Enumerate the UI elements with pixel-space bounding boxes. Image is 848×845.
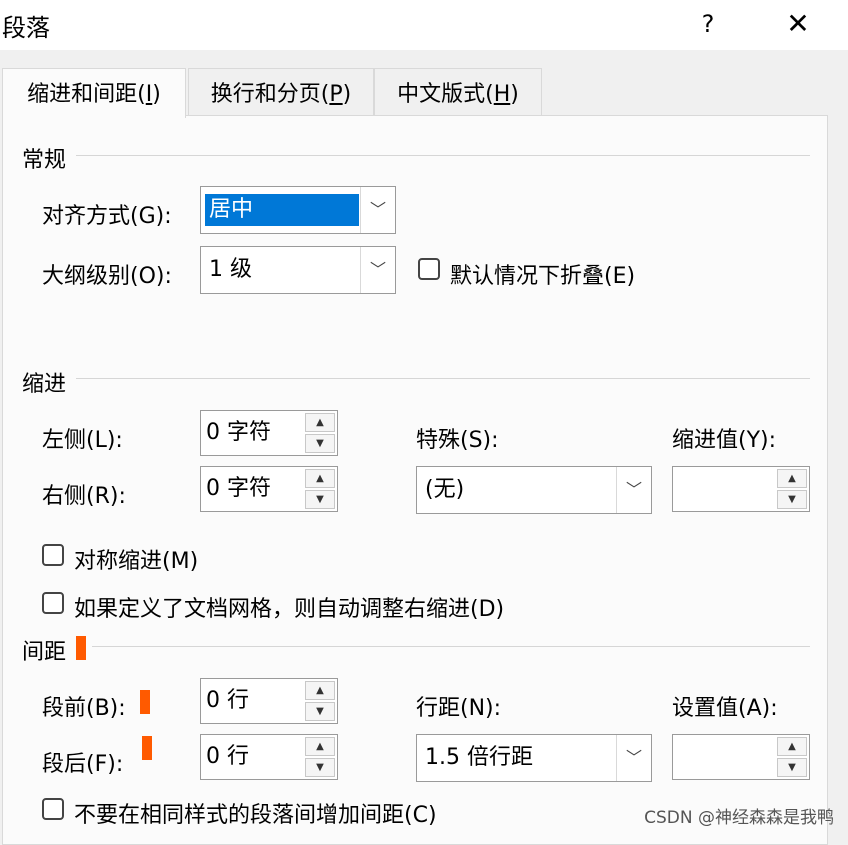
tab-hotkey: P bbox=[329, 82, 343, 107]
mirror-indents-checkbox[interactable] bbox=[42, 544, 64, 566]
right-indent-label: 右侧(R): bbox=[42, 484, 126, 509]
help-button[interactable]: ? bbox=[688, 4, 728, 44]
right-indent-spinner[interactable]: 0 字符 ▲ ▼ bbox=[200, 466, 338, 512]
space-before-value: 0 行 bbox=[206, 688, 249, 713]
alignment-value: 居中 bbox=[205, 194, 359, 226]
no-space-same-style-checkbox[interactable] bbox=[42, 798, 64, 820]
tab-asian-typography[interactable]: 中文版式(H) bbox=[374, 68, 542, 116]
tab-label: 中文版式 bbox=[397, 82, 486, 107]
alignment-select[interactable]: 居中 ﹀ bbox=[200, 186, 396, 234]
spin-up-icon[interactable]: ▲ bbox=[305, 469, 335, 488]
spin-down-icon[interactable]: ▼ bbox=[305, 434, 335, 453]
spin-down-icon[interactable]: ▼ bbox=[305, 702, 335, 721]
tab-label: 换行和分页 bbox=[210, 82, 321, 107]
auto-adjust-right-indent-label: 如果定义了文档网格，则自动调整右缩进(D) bbox=[74, 597, 505, 622]
spin-up-icon[interactable]: ▲ bbox=[305, 681, 335, 700]
spin-up-icon[interactable]: ▲ bbox=[777, 469, 807, 488]
special-indent-label: 特殊(S): bbox=[416, 428, 499, 453]
annotation-marker bbox=[76, 636, 86, 660]
outline-level-value: 1 级 bbox=[209, 257, 252, 282]
space-before-spinner[interactable]: 0 行 ▲ ▼ bbox=[200, 678, 338, 724]
right-indent-value: 0 字符 bbox=[206, 476, 271, 501]
line-spacing-value: 1.5 倍行距 bbox=[425, 745, 533, 770]
divider bbox=[76, 155, 810, 156]
outline-level-label: 大纲级别(O): bbox=[42, 264, 172, 289]
spin-up-icon[interactable]: ▲ bbox=[305, 413, 335, 432]
spin-down-icon[interactable]: ▼ bbox=[777, 490, 807, 509]
title-bar: 段落 ? ✕ bbox=[0, 0, 848, 50]
tab-line-page-breaks[interactable]: 换行和分页(P) bbox=[188, 68, 374, 116]
chevron-down-icon[interactable]: ﹀ bbox=[360, 247, 395, 293]
collapse-by-default-checkbox[interactable] bbox=[418, 258, 440, 280]
left-indent-label: 左侧(L): bbox=[42, 428, 123, 453]
divider bbox=[92, 646, 810, 647]
mirror-indents-label: 对称缩进(M) bbox=[74, 549, 199, 574]
indent-by-label: 缩进值(Y): bbox=[672, 428, 777, 453]
watermark: CSDN @神经森森是我鸭 bbox=[644, 808, 834, 828]
spacing-at-spinner[interactable]: ▲ ▼ bbox=[672, 734, 810, 780]
left-indent-spinner[interactable]: 0 字符 ▲ ▼ bbox=[200, 410, 338, 456]
spacing-at-label: 设置值(A): bbox=[672, 696, 778, 721]
space-after-value: 0 行 bbox=[206, 744, 249, 769]
indent-by-spinner[interactable]: ▲ ▼ bbox=[672, 466, 810, 512]
chevron-down-icon[interactable]: ﹀ bbox=[616, 735, 651, 781]
alignment-label: 对齐方式(G): bbox=[42, 204, 172, 229]
chevron-down-icon[interactable]: ﹀ bbox=[360, 187, 395, 233]
space-before-label: 段前(B): bbox=[42, 696, 126, 721]
special-indent-value: (无) bbox=[425, 477, 465, 502]
close-button[interactable]: ✕ bbox=[776, 4, 820, 44]
special-indent-select[interactable]: (无) ﹀ bbox=[416, 466, 652, 514]
left-indent-value: 0 字符 bbox=[206, 420, 271, 445]
space-after-label: 段后(F): bbox=[42, 752, 124, 777]
auto-adjust-right-indent-checkbox[interactable] bbox=[42, 592, 64, 614]
spin-down-icon[interactable]: ▼ bbox=[305, 758, 335, 777]
tab-hotkey: H bbox=[493, 82, 511, 107]
tab-hotkey: I bbox=[145, 82, 153, 107]
spin-down-icon[interactable]: ▼ bbox=[305, 490, 335, 509]
no-space-same-style-label: 不要在相同样式的段落间增加间距(C) bbox=[74, 803, 437, 828]
tab-indent-spacing[interactable]: 缩进和间距(I) bbox=[2, 68, 186, 118]
divider bbox=[76, 378, 810, 379]
annotation-marker bbox=[142, 736, 152, 760]
section-heading-general: 常规 bbox=[22, 148, 67, 173]
outline-level-select[interactable]: 1 级 ﹀ bbox=[200, 246, 396, 294]
chevron-down-icon[interactable]: ﹀ bbox=[616, 467, 651, 513]
spin-down-icon[interactable]: ▼ bbox=[777, 758, 807, 777]
dialog-title: 段落 bbox=[2, 14, 50, 42]
section-heading-spacing: 间距 bbox=[22, 640, 67, 665]
collapse-by-default-label: 默认情况下折叠(E) bbox=[450, 264, 636, 289]
section-heading-indentation: 缩进 bbox=[22, 372, 67, 397]
tab-label: 缩进和间距 bbox=[27, 82, 138, 107]
spin-up-icon[interactable]: ▲ bbox=[305, 737, 335, 756]
line-spacing-select[interactable]: 1.5 倍行距 ﹀ bbox=[416, 734, 652, 782]
annotation-marker bbox=[140, 690, 150, 714]
line-spacing-label: 行距(N): bbox=[416, 696, 502, 721]
space-after-spinner[interactable]: 0 行 ▲ ▼ bbox=[200, 734, 338, 780]
spin-up-icon[interactable]: ▲ bbox=[777, 737, 807, 756]
